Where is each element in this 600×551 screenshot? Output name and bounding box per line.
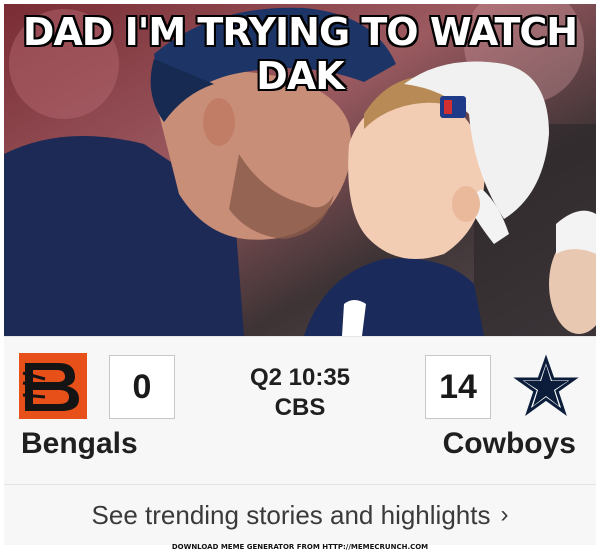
away-score: 0 [109, 355, 175, 419]
home-score: 14 [425, 355, 491, 419]
game-status: Q2 10:35 CBS [240, 363, 360, 423]
cowboys-star-icon [513, 354, 579, 416]
bengals-logo [19, 353, 87, 419]
scorecard[interactable]: 0 Q2 10:35 CBS 14 Bengals Cowboys [4, 336, 596, 485]
trending-stories-link[interactable]: See trending stories and highlights › [4, 484, 596, 545]
trending-label: See trending stories and highlights [91, 499, 491, 530]
chevron-right-icon: › [500, 501, 509, 528]
watermark: DOWNLOAD MEME GENERATOR FROM HTTP://MEME… [171, 543, 429, 551]
away-team-name[interactable]: Bengals [21, 427, 138, 461]
bengals-logo-icon [19, 353, 87, 419]
cowboys-logo [512, 353, 580, 419]
game-clock: Q2 10:35 [249, 364, 351, 391]
broadcast-network: CBS [274, 394, 326, 421]
home-team-name[interactable]: Cowboys [443, 427, 576, 461]
meme-caption: DAD I'M TRYING TO WATCH DAK [22, 10, 578, 98]
meme-photo: DAD I'M TRYING TO WATCH DAK [4, 4, 596, 336]
